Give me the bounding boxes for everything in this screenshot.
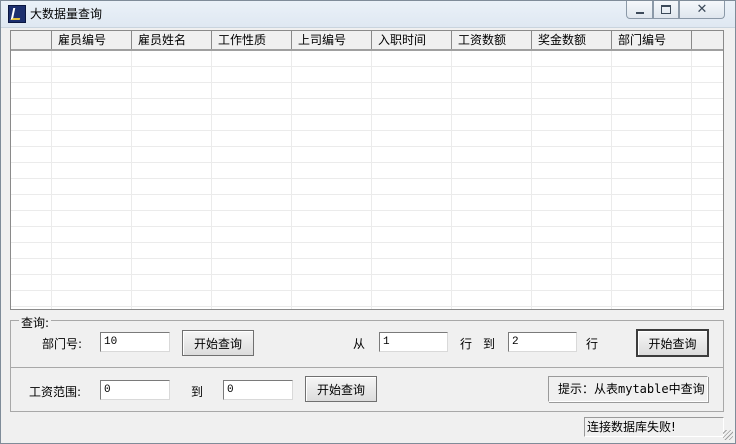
- results-grid[interactable]: 雇员编号 雇员姓名 工作性质 上司编号 入职时间 工资数额 奖金数额 部门编号: [10, 30, 724, 310]
- maximize-icon: [661, 5, 671, 14]
- salary-to-label: 到: [191, 385, 204, 399]
- main-window: 大数据量查询 ✕ 雇员编号 雇员姓名 工作性质 上司编号 入职时间 工资数额 奖…: [0, 0, 736, 444]
- close-icon: ✕: [696, 2, 708, 17]
- rows-query-button[interactable]: 开始查询: [636, 329, 709, 357]
- column-header-emp-name[interactable]: 雇员姓名: [132, 31, 212, 49]
- window-title: 大数据量查询: [30, 7, 103, 21]
- column-header-emp-no[interactable]: 雇员编号: [52, 31, 132, 49]
- department-input[interactable]: [100, 332, 170, 352]
- rows-to-label: 到: [483, 337, 496, 351]
- rows-from-input[interactable]: [379, 332, 448, 352]
- resize-grip-icon[interactable]: [723, 430, 733, 440]
- status-bar: 连接数据库失败!: [1, 414, 735, 443]
- app-icon: [8, 5, 26, 23]
- row-selector-header[interactable]: [11, 31, 52, 49]
- close-button[interactable]: ✕: [679, 1, 725, 19]
- salary-to-input[interactable]: [223, 380, 293, 400]
- status-message: 连接数据库失败!: [584, 417, 724, 437]
- department-label: 部门号:: [42, 337, 83, 351]
- salary-range-label: 工资范围:: [29, 385, 82, 399]
- minimize-button[interactable]: [626, 1, 653, 19]
- column-header-salary[interactable]: 工资数额: [452, 31, 532, 49]
- grid-body[interactable]: [11, 51, 723, 309]
- rows-row-label: 行: [460, 337, 473, 351]
- rows-row-label-end: 行: [586, 337, 599, 351]
- column-header-bonus[interactable]: 奖金数额: [532, 31, 612, 49]
- title-bar[interactable]: 大数据量查询 ✕: [1, 1, 735, 28]
- groupbox-divider: [11, 367, 723, 368]
- rows-from-label: 从: [353, 337, 366, 351]
- salary-query-button[interactable]: 开始查询: [305, 376, 377, 402]
- column-header-job[interactable]: 工作性质: [212, 31, 292, 49]
- column-header-dept-no[interactable]: 部门编号: [612, 31, 692, 49]
- query-group-label: 查询:: [19, 314, 52, 331]
- column-header-filler: [692, 31, 722, 49]
- department-query-button[interactable]: 开始查询: [182, 330, 254, 356]
- column-header-manager[interactable]: 上司编号: [292, 31, 372, 49]
- maximize-button[interactable]: [653, 1, 679, 19]
- grid-header: 雇员编号 雇员姓名 工作性质 上司编号 入职时间 工资数额 奖金数额 部门编号: [11, 31, 723, 51]
- salary-from-input[interactable]: [100, 380, 170, 400]
- rows-to-input[interactable]: [508, 332, 577, 352]
- minimize-icon: [635, 11, 644, 14]
- column-header-hire-date[interactable]: 入职时间: [372, 31, 452, 49]
- hint-label: 提示：从表mytable中查询: [548, 376, 708, 402]
